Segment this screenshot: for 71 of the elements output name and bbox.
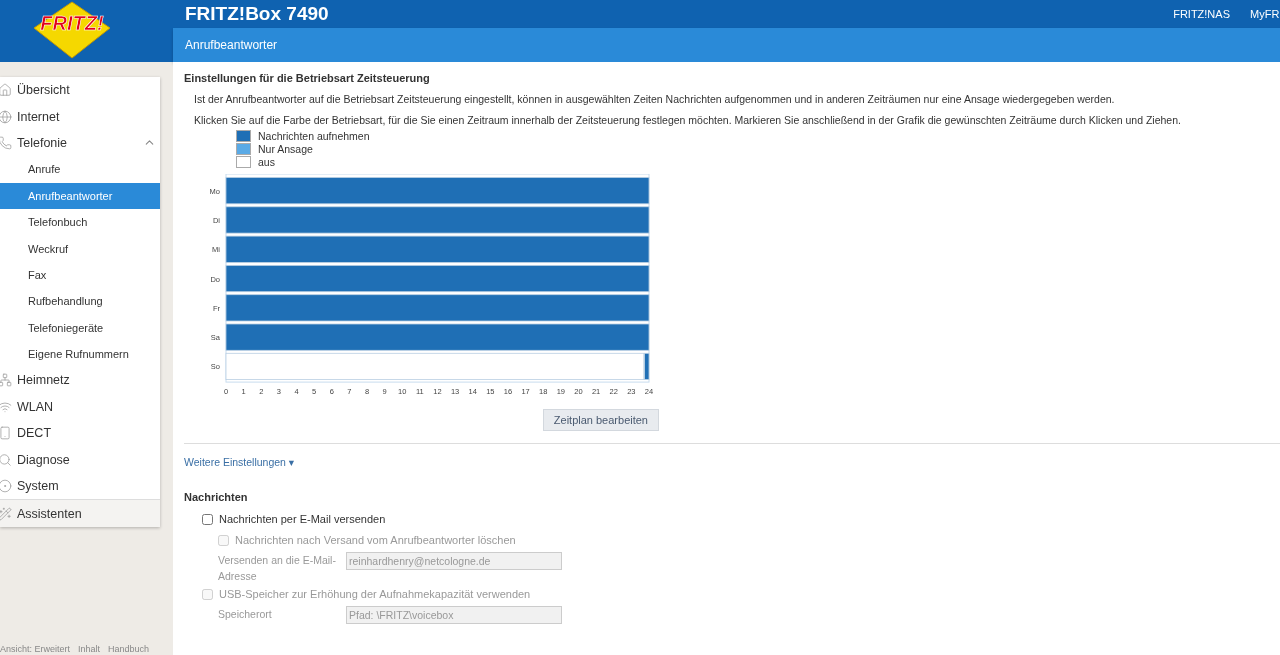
item-label: Telefonbuch xyxy=(28,216,89,229)
description-text: Ist der Anrufbeantworter auf die Betriebsart Zeitsteuerung eingestellt, können in ausgewählten Zeiten Nachrichten aufgenommen und in anderen Zeiträumen nur eine Ansage wiedergegeben werden. xyxy=(194,93,1116,105)
device-title: FRITZ!Box 7490 xyxy=(185,3,330,25)
wand-icon xyxy=(0,506,12,521)
item-label: Telefonie xyxy=(17,135,69,150)
sidebar-item[interactable]: System xyxy=(0,472,160,500)
item-label: Rufbehandlung xyxy=(28,295,104,308)
header-link[interactable]: FRITZ!NAS xyxy=(1173,8,1230,20)
sidebar-item[interactable]: Heimnetz xyxy=(0,367,160,394)
schedule-bar[interactable] xyxy=(225,294,650,322)
item-label: WLAN xyxy=(17,399,55,414)
item-label: Assistenten xyxy=(17,506,82,521)
item-label: DECT xyxy=(17,426,53,441)
sidebar-item[interactable]: Übersicht xyxy=(0,77,160,104)
item-label: Internet xyxy=(17,109,61,124)
phone-icon xyxy=(0,135,12,150)
sidebar-item[interactable]: Anrufbeantworter xyxy=(0,182,160,209)
item-label: Eigene Rufnummern xyxy=(28,348,130,361)
house-icon xyxy=(0,83,12,98)
item-label: Heimnetz xyxy=(17,373,71,388)
checkbox-label: Nachrichten nach Versand vom Anrufbeantworter löschen xyxy=(235,534,516,546)
globe-icon xyxy=(0,109,12,124)
sidebar-item[interactable]: Internet xyxy=(0,103,160,130)
legend-label: aus xyxy=(258,156,275,168)
more-settings-link[interactable]: Weitere Einstellungen ▾ xyxy=(184,456,1280,468)
sidebar-item[interactable]: Eigene Rufnummern xyxy=(0,340,160,368)
sidebar-item[interactable]: Assistenten xyxy=(0,499,160,528)
item-label: Fax xyxy=(28,268,48,281)
item-label: Telefoniegeräte xyxy=(28,321,105,334)
sidebar-item[interactable]: Diagnose xyxy=(0,446,160,473)
sidebar-item[interactable]: WLAN xyxy=(0,393,160,421)
schedule-bar[interactable] xyxy=(644,352,650,380)
wifi-icon xyxy=(0,399,12,414)
sidebar-item[interactable]: Anrufe xyxy=(0,156,160,183)
field-label: Versenden an die E-Mail-Adresse xyxy=(218,553,337,584)
sidebar-item[interactable]: DECT xyxy=(0,420,160,447)
sidebar-item[interactable]: Telefonie xyxy=(0,129,160,157)
description-text: Klicken Sie auf die Farbe der Betriebsart, für die Sie einen Zeitraum innerhalb der Zeitsteuerung festlegen möchten. Markieren Sie anschließend in der Grafik die gewünschten Zeiträume durch Klicken und Ziehen. xyxy=(194,114,1182,126)
sidebar-item[interactable]: Telefonbuch xyxy=(0,208,160,236)
legend-label: Nachrichten aufnehmen xyxy=(258,130,370,142)
section-heading: Nachrichten xyxy=(184,491,249,503)
checkbox[interactable] xyxy=(202,513,213,525)
checkbox-label: Nachrichten per E-Mail versenden xyxy=(219,513,386,525)
schedule-bar[interactable] xyxy=(225,206,650,234)
legend-swatch[interactable] xyxy=(236,156,251,168)
header-link[interactable]: MyFR xyxy=(1250,8,1280,20)
schedule-bar[interactable] xyxy=(225,265,650,293)
sidebar-item[interactable]: Fax xyxy=(0,261,160,289)
item-label: Übersicht xyxy=(17,83,71,98)
item-label: System xyxy=(17,479,60,494)
item-label: Diagnose xyxy=(17,452,71,467)
sidebar-item[interactable]: Weckruf xyxy=(0,235,160,262)
magnifier-icon xyxy=(0,452,12,467)
schedule-bar[interactable] xyxy=(225,177,650,205)
item-label: Anrufe xyxy=(28,163,62,176)
page-title: Anrufbeantworter xyxy=(173,28,1280,62)
field-label: Speicherort xyxy=(218,607,273,622)
legend-swatch[interactable] xyxy=(236,143,251,155)
legend-swatch[interactable] xyxy=(236,130,251,142)
schedule-bar[interactable] xyxy=(225,235,650,263)
edit-schedule-button[interactable]: Zeitplan bearbeiten xyxy=(542,409,659,431)
item-label: Anrufbeantworter xyxy=(28,189,114,202)
network-icon xyxy=(0,373,12,388)
schedule-bar[interactable] xyxy=(225,323,650,351)
section-heading: Einstellungen für die Betriebsart Zeitsteuerung xyxy=(184,72,431,84)
handset-icon xyxy=(0,426,12,441)
legend-label: Nur Ansage xyxy=(258,143,313,155)
sidebar-item[interactable]: Telefoniegeräte xyxy=(0,314,160,341)
checkbox-label: USB-Speicher zur Erhöhung der Aufnahmekapazität verwenden xyxy=(219,588,531,600)
item-label: Weckruf xyxy=(28,242,70,255)
sidebar-item[interactable]: Rufbehandlung xyxy=(0,288,160,315)
